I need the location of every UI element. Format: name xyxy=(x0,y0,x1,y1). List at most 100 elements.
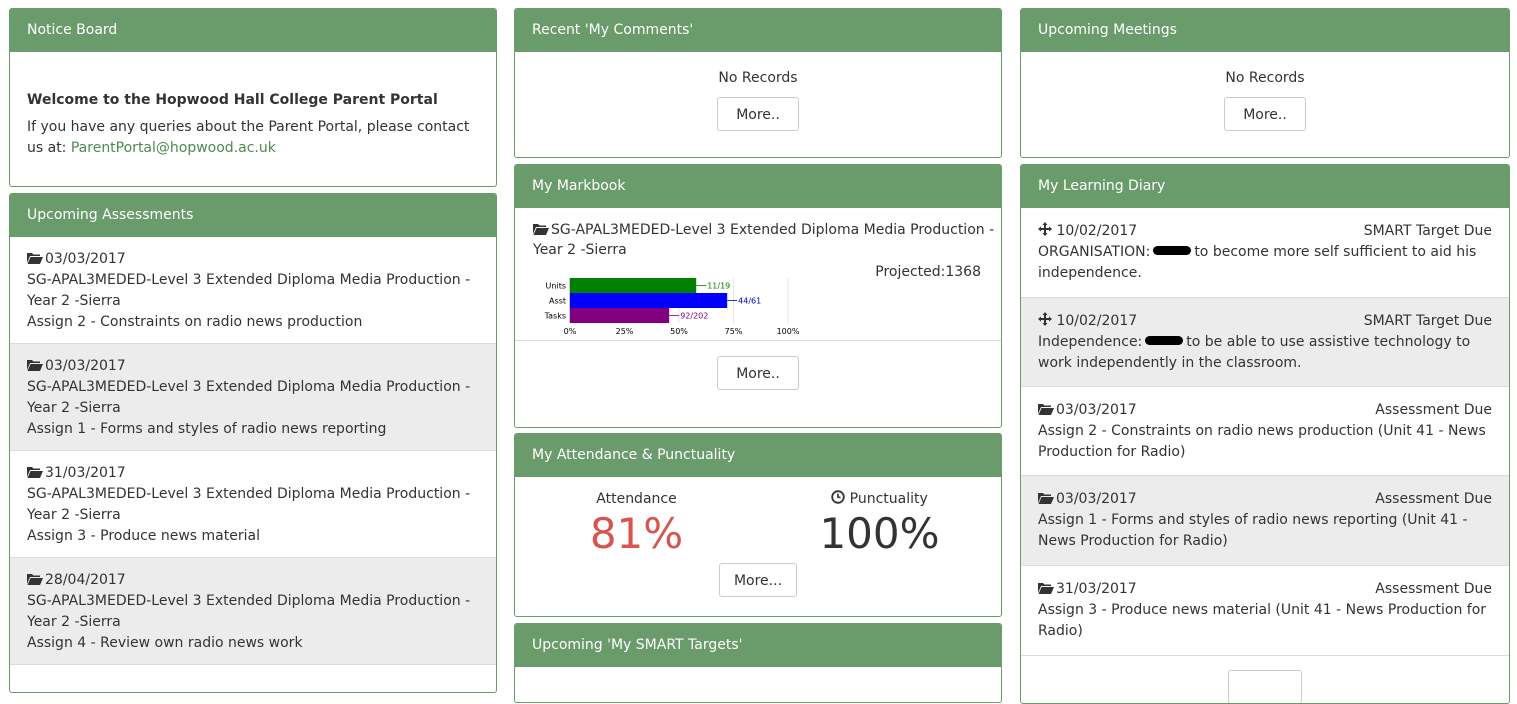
punctuality-label: Punctuality xyxy=(849,491,928,507)
panel-title: Recent 'My Comments' xyxy=(515,9,1001,52)
folder-icon xyxy=(533,223,549,235)
diary-more-button[interactable] xyxy=(1228,670,1302,703)
assessment-item[interactable]: 03/03/2017 SG-APAL3MEDED-Level 3 Extende… xyxy=(10,237,496,344)
upcoming-assessments-panel: Upcoming Assessments 03/03/2017 SG-APAL3… xyxy=(9,193,497,693)
diary-list: 10/02/2017 SMART Target Due ORGANISATION… xyxy=(1021,208,1509,656)
diary-text: Assign 3 - Produce news material (Unit 4… xyxy=(1038,602,1487,639)
meetings-more-button[interactable]: More.. xyxy=(1224,97,1306,131)
learning-diary-panel: My Learning Diary 10/02/2017 SMART Targe… xyxy=(1020,164,1510,704)
attendance-panel: My Attendance & Punctuality Attendance 8… xyxy=(514,433,1002,617)
markbook-course-title: SG-APAL3MEDED-Level 3 Extended Diploma M… xyxy=(533,222,995,258)
attendance-more-button[interactable]: More... xyxy=(718,563,798,597)
chart-category-label: Tasks xyxy=(544,312,566,321)
assessment-task: Assign 1 - Forms and styles of radio new… xyxy=(27,421,387,437)
diary-type: Assessment Due xyxy=(1375,581,1492,597)
chart-tick-label: 25% xyxy=(616,327,634,336)
assessment-course: SG-APAL3MEDED-Level 3 Extended Diploma M… xyxy=(27,272,471,309)
diary-text: Assign 1 - Forms and styles of radio new… xyxy=(1038,512,1468,549)
markbook-more-button[interactable]: More.. xyxy=(717,356,799,390)
panel-title: Upcoming Assessments xyxy=(10,194,496,237)
diary-date: 03/03/2017 xyxy=(1056,491,1137,507)
chart-tick-label: 100% xyxy=(777,327,800,336)
assessment-list: 03/03/2017 SG-APAL3MEDED-Level 3 Extende… xyxy=(10,237,496,665)
attendance-stat: Attendance 81% xyxy=(515,489,758,559)
diary-type: SMART Target Due xyxy=(1363,313,1492,329)
assessment-task: Assign 2 - Constraints on radio news pro… xyxy=(27,314,363,330)
diary-text-prefix: Independence: xyxy=(1038,334,1143,350)
assessment-item[interactable]: 28/04/2017 SG-APAL3MEDED-Level 3 Extende… xyxy=(10,558,496,665)
assessment-task: Assign 4 - Review own radio news work xyxy=(27,635,303,651)
assessment-item[interactable]: 31/03/2017 SG-APAL3MEDED-Level 3 Extende… xyxy=(10,451,496,558)
chart-category-label: Asst xyxy=(549,297,566,306)
diary-item[interactable]: 10/02/2017 SMART Target Due ORGANISATION… xyxy=(1021,208,1509,298)
diary-date: 10/02/2017 xyxy=(1056,223,1138,239)
diary-type: Assessment Due xyxy=(1375,491,1492,507)
punctuality-stat: Punctuality 100% xyxy=(758,489,1001,559)
assessment-course: SG-APAL3MEDED-Level 3 Extended Diploma M… xyxy=(27,593,471,630)
chart-data-label: 92/202 xyxy=(680,312,708,321)
folder-icon xyxy=(27,252,43,264)
diary-item[interactable]: 10/02/2017 SMART Target Due Independence… xyxy=(1021,298,1509,387)
attendance-label: Attendance xyxy=(596,491,677,507)
panel-title: Upcoming 'My SMART Targets' xyxy=(515,624,1001,667)
assessment-course: SG-APAL3MEDED-Level 3 Extended Diploma M… xyxy=(27,379,471,416)
move-icon xyxy=(1038,312,1052,326)
move-icon xyxy=(1038,222,1052,236)
diary-date: 31/03/2017 xyxy=(1056,581,1137,597)
smart-targets-panel: Upcoming 'My SMART Targets' xyxy=(514,623,1002,703)
chart-bar xyxy=(570,278,697,293)
projected-score: Projected:1368 xyxy=(875,264,981,280)
chart-tick-label: 75% xyxy=(725,327,743,336)
diary-date: 03/03/2017 xyxy=(1056,402,1137,418)
assessment-task: Assign 3 - Produce news material xyxy=(27,528,260,544)
comments-more-button[interactable]: More.. xyxy=(717,97,799,131)
diary-type: SMART Target Due xyxy=(1363,223,1492,239)
folder-icon xyxy=(1038,403,1054,415)
no-records-text: No Records xyxy=(718,70,798,86)
folder-icon xyxy=(27,466,43,478)
markbook-panel: My Markbook SG-APAL3MEDED-Level 3 Extend… xyxy=(514,164,1002,428)
folder-icon xyxy=(1038,492,1054,504)
panel-title: My Markbook xyxy=(515,165,1001,208)
contact-text: If you have any queries about the Parent… xyxy=(27,117,479,159)
recent-comments-panel: Recent 'My Comments' No Records More.. xyxy=(514,8,1002,158)
chart-data-label: 44/61 xyxy=(738,297,761,306)
diary-item[interactable]: 03/03/2017 Assessment Due Assign 2 - Con… xyxy=(1021,387,1509,476)
diary-date: 10/02/2017 xyxy=(1056,313,1138,329)
panel-title: My Attendance & Punctuality xyxy=(515,434,1001,477)
assessment-date: 28/04/2017 xyxy=(45,572,126,588)
folder-icon xyxy=(27,573,43,585)
assessment-date: 31/03/2017 xyxy=(45,465,126,481)
welcome-heading: Welcome to the Hopwood Hall College Pare… xyxy=(27,92,438,108)
assessment-date: 03/03/2017 xyxy=(45,358,126,374)
diary-item[interactable]: 31/03/2017 Assessment Due Assign 3 - Pro… xyxy=(1021,566,1509,656)
chart-data-label: 11/19 xyxy=(707,282,730,291)
redacted-name xyxy=(1153,246,1192,255)
chart-bar xyxy=(570,293,728,308)
contact-email-link[interactable]: ParentPortal@hopwood.ac.uk xyxy=(71,140,276,156)
chart-tick-label: 50% xyxy=(670,327,688,336)
folder-icon xyxy=(1038,582,1054,594)
diary-text-prefix: ORGANISATION: xyxy=(1038,244,1151,260)
folder-icon xyxy=(27,359,43,371)
redacted-name xyxy=(1145,336,1184,345)
punctuality-value: 100% xyxy=(819,509,940,558)
panel-title: Upcoming Meetings xyxy=(1021,9,1509,52)
assessment-item[interactable]: 03/03/2017 SG-APAL3MEDED-Level 3 Extende… xyxy=(10,344,496,451)
chart-bar xyxy=(570,308,670,323)
assessment-course: SG-APAL3MEDED-Level 3 Extended Diploma M… xyxy=(27,486,471,523)
chart-category-label: Units xyxy=(546,282,566,291)
panel-title: My Learning Diary xyxy=(1021,165,1509,208)
upcoming-meetings-panel: Upcoming Meetings No Records More.. xyxy=(1020,8,1510,158)
panel-title: Notice Board xyxy=(10,9,496,52)
markbook-course[interactable]: SG-APAL3MEDED-Level 3 Extended Diploma M… xyxy=(533,220,997,260)
assessment-date: 03/03/2017 xyxy=(45,251,126,267)
attendance-value: 81% xyxy=(589,509,684,558)
diary-text: Assign 2 - Constraints on radio news pro… xyxy=(1038,423,1486,460)
no-records-text: No Records xyxy=(1225,70,1305,86)
chart-tick-label: 0% xyxy=(564,327,577,336)
markbook-chart: Units 11/19 Asst 44/61 Tasks 92/202 0% 25% 50% 75… xyxy=(544,278,800,336)
diary-item[interactable]: 03/03/2017 Assessment Due Assign 1 - For… xyxy=(1021,476,1509,566)
clock-icon xyxy=(831,490,845,504)
notice-board-panel: Notice Board Welcome to the Hopwood Hall… xyxy=(9,8,497,187)
